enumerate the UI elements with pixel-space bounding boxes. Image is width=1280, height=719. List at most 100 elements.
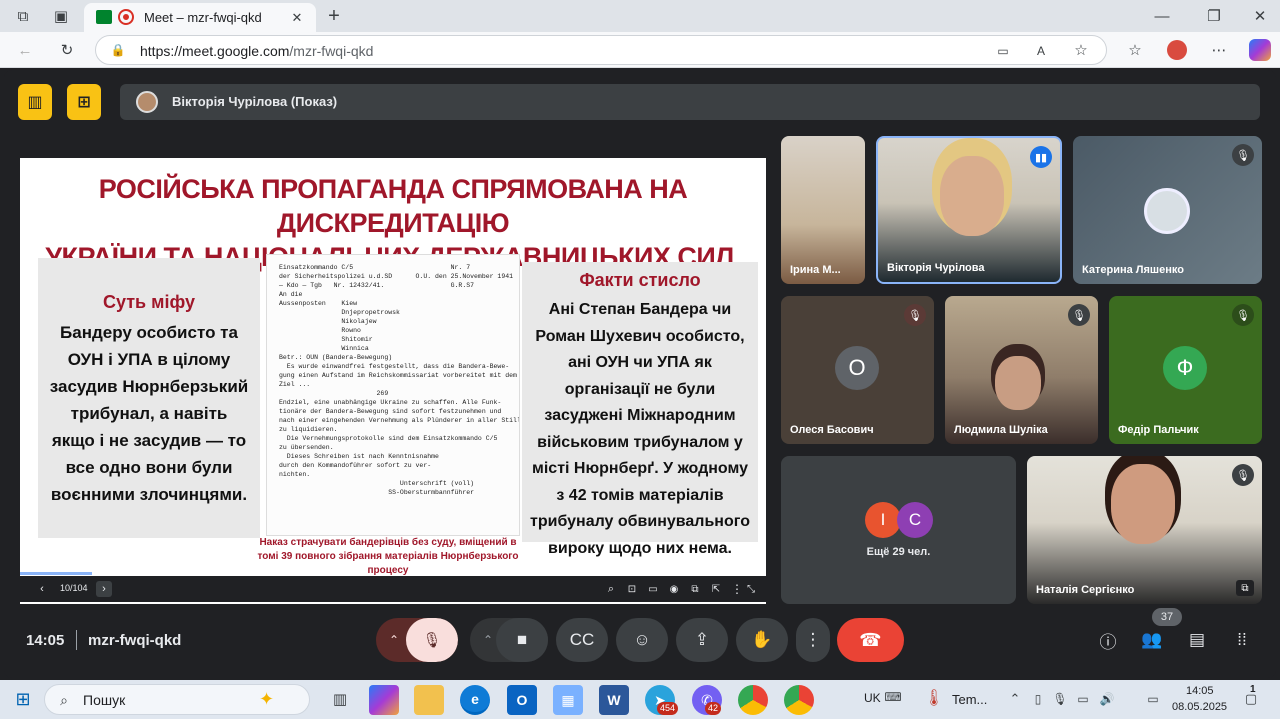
weather-label[interactable]: Tem...: [952, 692, 987, 707]
present-button[interactable]: ⇪: [676, 618, 728, 662]
minimize-icon[interactable]: —: [1150, 6, 1174, 26]
pip-icon[interactable]: ⧉: [1236, 580, 1254, 596]
task-view-icon[interactable]: ▥: [326, 685, 354, 713]
document-line: Aussenposten Kiew: [279, 300, 358, 307]
battery-icon[interactable]: ▭: [1140, 688, 1166, 710]
fit-icon[interactable]: ⊡: [624, 581, 640, 597]
maximize-icon[interactable]: ❐: [1202, 6, 1226, 26]
browser-tab-meet[interactable]: Meet – mzr-fwqi-qkd ✕: [84, 3, 316, 32]
mic-group: ⌃ 🎙: [376, 618, 458, 662]
participant-tile[interactable]: 🎙 ⧉ Наталія Сергієнко: [1027, 456, 1262, 604]
participant-tile[interactable]: 🎙 Людмила Шуліка: [945, 296, 1098, 444]
participant-tile[interactable]: Ірина М...: [781, 136, 865, 284]
camera-button[interactable]: ■: [496, 618, 548, 662]
more-menu-icon[interactable]: ⋯: [1208, 39, 1230, 61]
leave-call-button[interactable]: ☎: [837, 618, 904, 662]
profile-avatar[interactable]: [1167, 40, 1187, 60]
reload-icon[interactable]: ↻: [56, 39, 78, 61]
weather-icon[interactable]: 🌡: [924, 686, 944, 710]
prev-page-icon[interactable]: ‹: [34, 581, 50, 597]
favorites-icon[interactable]: ☆: [1124, 39, 1146, 61]
file-explorer-icon[interactable]: [414, 685, 444, 715]
tray-app-icon[interactable]: ▯: [1030, 688, 1046, 710]
word-icon[interactable]: W: [599, 685, 629, 715]
facts-heading: Факти стисло: [579, 270, 701, 290]
back-icon[interactable]: ←: [14, 39, 36, 61]
document-caption: Наказ страчувати бандерівців без суду, в…: [257, 537, 519, 576]
edge-icon[interactable]: e: [460, 685, 490, 715]
captions-icon[interactable]: ▭: [645, 581, 661, 597]
store-icon[interactable]: ▦: [553, 685, 583, 715]
facts-text: Ані Степан Бандера чи Роман Шухевич особ…: [530, 301, 750, 557]
fullscreen-icon[interactable]: ⤡: [740, 581, 762, 597]
clock-time[interactable]: 14:05: [1186, 685, 1214, 697]
keyboard-icon[interactable]: ⌨: [884, 688, 902, 706]
favorite-star-icon[interactable]: ☆: [1072, 41, 1090, 59]
clock-date[interactable]: 08.05.2025: [1172, 701, 1227, 713]
telegram-badge: 454: [657, 702, 679, 715]
next-page-icon[interactable]: ›: [96, 581, 112, 597]
camera-options-chevron-icon[interactable]: ⌃: [478, 630, 498, 650]
mic-off-button[interactable]: 🎙: [406, 618, 458, 662]
site-info-icon[interactable]: 🔒: [110, 42, 126, 58]
new-tab-button[interactable]: +: [322, 4, 346, 28]
close-tab-icon[interactable]: ✕: [288, 9, 306, 27]
document-line: — Kdo — Tgb Nr. 12432/41. G.R.S7: [279, 282, 475, 289]
participant-tile[interactable]: 🎙 Катерина Ляшенко: [1073, 136, 1262, 284]
participant-tile[interactable]: Ф 🎙 Федір Пальчик: [1109, 296, 1262, 444]
chat-icon[interactable]: ▤: [1185, 628, 1209, 652]
microphone-tray-icon[interactable]: 🎙: [1052, 688, 1068, 710]
zoom-icon[interactable]: ⌕: [603, 581, 619, 597]
reactions-button[interactable]: ☺: [616, 618, 668, 662]
speaker-face: [940, 156, 1004, 236]
start-icon[interactable]: ⊞: [12, 688, 34, 710]
captions-off-button[interactable]: ▥: [18, 84, 52, 120]
taskbar-search[interactable]: ⌕ Пошук ✦: [44, 684, 310, 715]
close-window-icon[interactable]: ✕: [1248, 6, 1272, 26]
broadcast-icon[interactable]: ◉: [666, 581, 682, 597]
show-hidden-icons[interactable]: ⌃: [1006, 688, 1024, 710]
outlook-icon[interactable]: O: [507, 685, 537, 715]
chrome-icon[interactable]: [738, 685, 768, 715]
document-line: SS-Obersturmbannführer: [279, 489, 475, 496]
participant-tile[interactable]: О 🎙 Олеся Басович: [781, 296, 934, 444]
tab-actions-icon[interactable]: ▣: [50, 6, 72, 26]
activities-icon[interactable]: ⁞⁞: [1230, 628, 1254, 652]
document-line: Winnica: [279, 345, 369, 352]
participant-name: Ірина М...: [790, 264, 841, 276]
progress-line: [20, 572, 92, 575]
search-label: Пошук: [83, 692, 126, 708]
participant-name: Олеся Басович: [790, 424, 874, 436]
presenter-chip[interactable]: Вікторія Чурілова (Показ): [120, 84, 1260, 120]
mic-options-chevron-icon[interactable]: ⌃: [384, 630, 404, 650]
mic-off-icon: 🎙: [1232, 144, 1254, 166]
people-icon[interactable]: 👥: [1140, 628, 1164, 652]
pin-presentation-button[interactable]: ⊞: [67, 84, 101, 120]
workspaces-icon[interactable]: ⧉: [12, 6, 34, 26]
volume-icon[interactable]: 🔊: [1098, 688, 1116, 710]
copilot-app-icon[interactable]: [369, 685, 399, 715]
participant-name: Вікторія Чурілова: [887, 262, 985, 274]
presenter-label: Вікторія Чурілова (Показ): [172, 94, 338, 109]
more-options-button[interactable]: ⋮: [796, 618, 830, 662]
meeting-info-icon[interactable]: ⓘ: [1096, 628, 1120, 652]
raise-hand-button[interactable]: ✋: [736, 618, 788, 662]
meet-favicon-icon: [96, 10, 112, 24]
mic-off-icon: 🎙: [1232, 464, 1254, 486]
network-icon[interactable]: ▭: [1075, 688, 1091, 710]
camera-in-use-icon[interactable]: ▭: [994, 42, 1012, 60]
url-field[interactable]: 🔒 https://meet.google.com/mzr-fwqi-qkd ▭…: [95, 35, 1107, 65]
captions-button[interactable]: CC: [556, 618, 608, 662]
others-tile[interactable]: І С Ещё 29 чел.: [781, 456, 1016, 604]
document-line: Rowno: [279, 327, 361, 334]
participant-tile-active-speaker[interactable]: ▮▮ Вікторія Чурілова: [876, 136, 1062, 284]
read-aloud-icon[interactable]: A: [1032, 42, 1050, 60]
document-line: tionäre der Bandera-Bewegung sind sofort…: [279, 408, 502, 415]
participant-avatar: [1144, 188, 1190, 234]
copilot-icon[interactable]: [1249, 39, 1271, 61]
keyboard-language[interactable]: UK: [864, 691, 881, 705]
notification-count: 1: [1250, 684, 1256, 695]
chrome-profile-icon[interactable]: [784, 685, 814, 715]
copy-icon[interactable]: ⧉: [687, 581, 703, 597]
pop-out-icon[interactable]: ⇱: [708, 581, 724, 597]
